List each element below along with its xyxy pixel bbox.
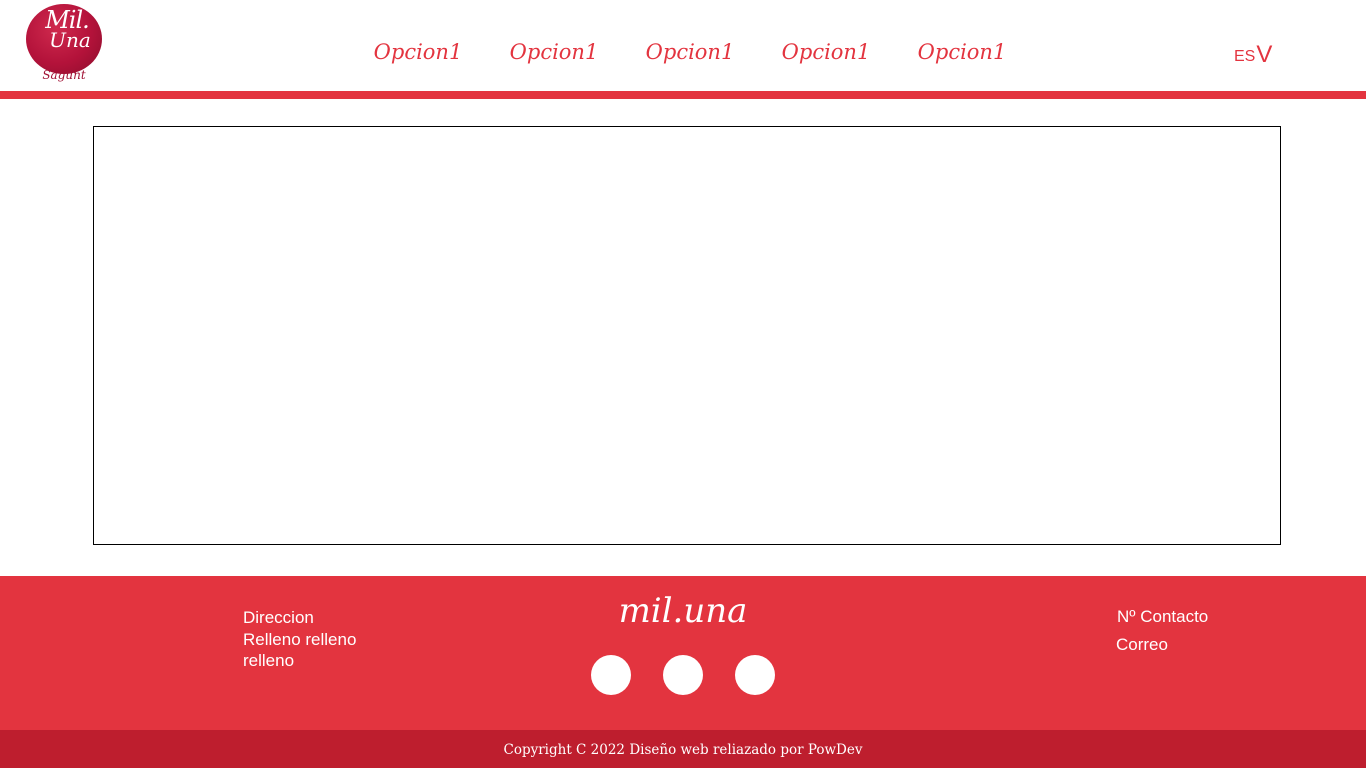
nav-item-5[interactable]: Opcion1 [894, 36, 1030, 68]
footer-address: Direccion Relleno relleno relleno [243, 607, 403, 672]
footer-brand: mil.una [618, 591, 748, 631]
nav-item-2[interactable]: Opcion1 [486, 36, 622, 68]
social-icon-1[interactable] [591, 655, 631, 695]
site-header: Mil. Una Sagunt Opcion1 Opcion1 Opcion1 … [0, 0, 1366, 91]
chevron-down-icon: V [1256, 41, 1273, 68]
social-icon-2[interactable] [663, 655, 703, 695]
language-selector[interactable]: ES V [1234, 40, 1272, 68]
site-footer: Direccion Relleno relleno relleno mil.un… [0, 576, 1366, 730]
nav-item-3[interactable]: Opcion1 [622, 36, 758, 68]
footer-email: Correo [1116, 635, 1168, 654]
header-divider-bar [0, 91, 1366, 99]
nav-item-1[interactable]: Opcion1 [350, 36, 486, 68]
page: Mil. Una Sagunt Opcion1 Opcion1 Opcion1 … [0, 0, 1366, 768]
address-title: Direccion [243, 608, 314, 627]
address-line-1: Relleno relleno [243, 629, 357, 649]
address-line-2: relleno [243, 651, 295, 670]
footer-contact-number: Nº Contacto [1117, 607, 1209, 626]
nav-item-4[interactable]: Opcion1 [758, 36, 894, 68]
language-code: ES [1234, 48, 1256, 65]
main-nav: Opcion1 Opcion1 Opcion1 Opcion1 Opcion1 [350, 36, 1030, 68]
logo[interactable]: Mil. Una Sagunt [22, 2, 114, 88]
logo-text-una: Una [49, 28, 91, 52]
copyright-text: Copyright C 2022 Diseño web reliazado po… [0, 730, 1366, 768]
main-content-placeholder [93, 126, 1281, 545]
logo-text-sagunt: Sagunt [42, 68, 86, 82]
social-icon-3[interactable] [735, 655, 775, 695]
